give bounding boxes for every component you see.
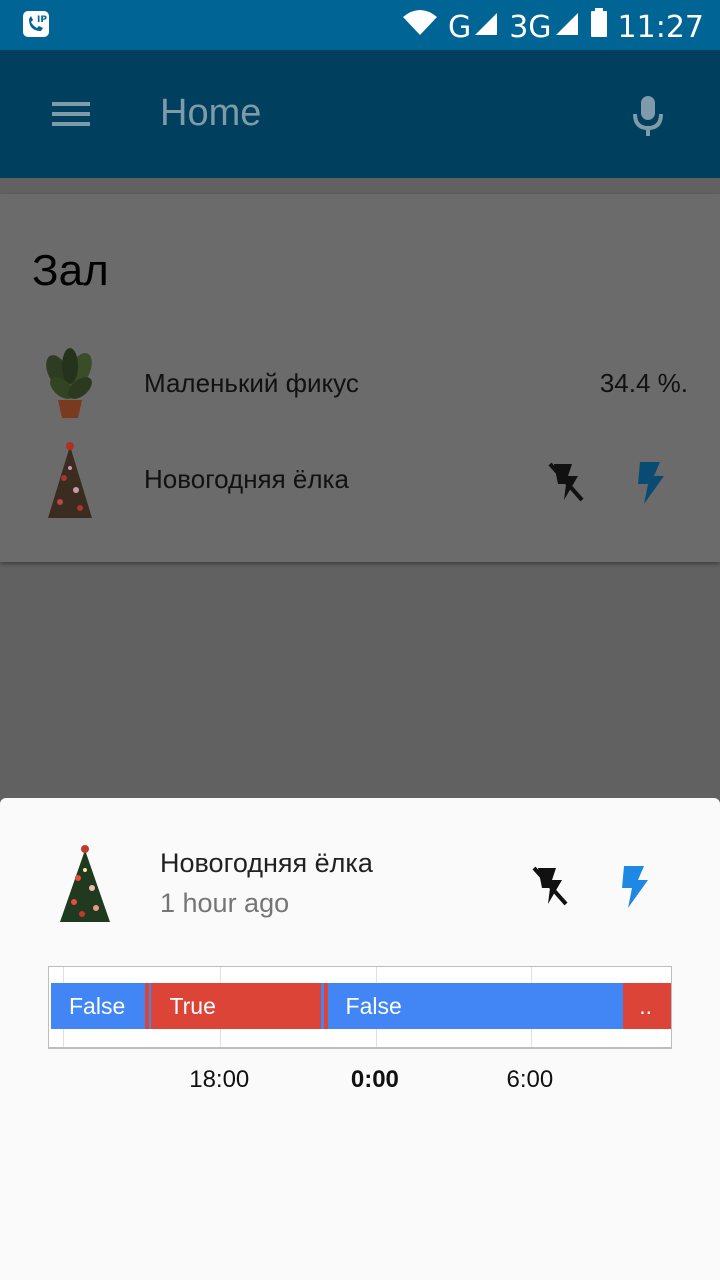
entity-value: 34.4 %. <box>599 368 688 398</box>
entity-row-ficus[interactable]: Маленький фикус 34.4 %. <box>0 342 720 432</box>
flash-off-icon[interactable] <box>542 458 590 506</box>
entity-name: Новогодняя ёлка <box>144 464 349 494</box>
christmas-tree-icon <box>52 842 118 928</box>
signal-icon-2 <box>554 9 580 45</box>
christmas-tree-icon <box>40 438 100 528</box>
network-type-2: 3G <box>509 9 552 45</box>
more-info-sheet: Новогодняя ёлка 1 hour ago False True Fals… <box>0 798 720 1280</box>
timeline-segment[interactable]: False <box>327 983 624 1029</box>
microphone-icon[interactable] <box>630 94 666 138</box>
status-clock: 11:27 <box>617 9 704 45</box>
room-card: Зал Маленький фикус 34.4 %. Новогодняя ё… <box>0 194 720 562</box>
network-type-1: G <box>447 9 472 45</box>
sip-call-icon: IP <box>22 10 50 43</box>
timeline-segment[interactable]: .. <box>623 983 671 1029</box>
last-changed: 1 hour ago <box>160 888 290 918</box>
entity-name: Маленький фикус <box>144 368 359 398</box>
signal-icon <box>473 9 499 45</box>
timeline-segment[interactable]: False <box>51 983 146 1029</box>
battery-icon <box>590 8 608 46</box>
room-title: Зал <box>32 246 109 295</box>
status-bar: IP G 3G 11:27 <box>0 0 720 50</box>
hamburger-menu-icon[interactable] <box>52 98 92 130</box>
ficus-plant-icon <box>40 342 100 432</box>
flash-off-icon[interactable] <box>526 862 574 910</box>
entity-row-tree[interactable]: Новогодняя ёлка <box>0 438 720 528</box>
flash-icon[interactable] <box>608 862 656 910</box>
timeline-segment[interactable]: True <box>151 983 321 1029</box>
history-timeline: False True False.. <box>48 966 672 1049</box>
flash-icon[interactable] <box>624 458 672 506</box>
timeline-tick-label: 18:00 <box>189 1066 250 1093</box>
app-bar: Home <box>0 50 720 178</box>
entity-name: Новогодняя ёлка <box>160 848 373 878</box>
timeline-tick-label: 0:00 <box>350 1066 399 1093</box>
svg-text:IP: IP <box>37 15 47 25</box>
timeline-tick-label: 6:00 <box>506 1066 554 1093</box>
wifi-icon <box>402 9 438 45</box>
page-title: Home <box>160 92 262 134</box>
